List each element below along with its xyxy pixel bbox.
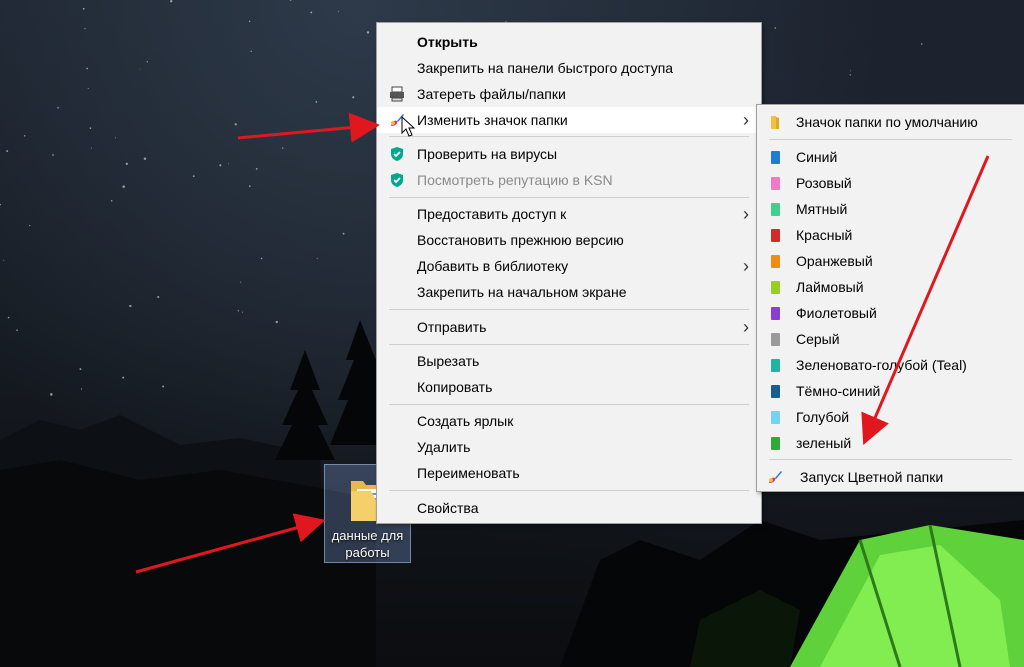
color-folder-icon <box>771 281 780 294</box>
menu-separator <box>389 404 749 405</box>
menu-item-label: Переименовать <box>417 465 520 481</box>
submenu-item-label: Оранжевый <box>796 253 873 269</box>
menu-item-shred-files[interactable]: Затереть файлы/папки <box>377 81 761 107</box>
color-folder-icon <box>771 411 780 424</box>
color-folder-icon <box>771 255 780 268</box>
menu-item-label: Восстановить прежнюю версию <box>417 232 624 248</box>
menu-separator <box>389 490 749 491</box>
submenu-item-default-icon[interactable]: Значок папки по умолчанию <box>757 109 1024 135</box>
menu-item-label: Вырезать <box>417 353 480 369</box>
submenu-item-label: Серый <box>796 331 840 347</box>
chevron-right-icon: › <box>743 204 749 224</box>
folder-color-submenu: Значок папки по умолчанию Синий Розовый Мя… <box>756 104 1024 492</box>
mouse-cursor-icon <box>401 116 416 137</box>
menu-separator <box>389 309 749 310</box>
submenu-item-label: Запуск Цветной папки <box>800 469 944 485</box>
submenu-item-label: Розовый <box>796 175 852 191</box>
submenu-item-label: Голубой <box>796 409 850 425</box>
menu-item-label: Предоставить доступ к <box>417 206 567 222</box>
submenu-item-color[interactable]: Зеленовато-голубой (Teal) <box>757 352 1024 378</box>
menu-separator <box>769 459 1012 460</box>
submenu-item-label: Лаймовый <box>796 279 864 295</box>
color-folder-icon <box>771 203 780 216</box>
submenu-item-label: Зеленовато-голубой (Teal) <box>796 357 967 373</box>
submenu-item-label: Синий <box>796 149 838 165</box>
submenu-item-color[interactable]: Красный <box>757 222 1024 248</box>
menu-item-label: Добавить в библиотеку <box>417 258 569 274</box>
color-folder-icon <box>771 307 780 320</box>
color-folder-icon <box>771 385 780 398</box>
printer-shredder-icon <box>390 86 404 102</box>
submenu-item-label: зеленый <box>796 435 852 451</box>
color-folder-icon <box>771 359 780 372</box>
submenu-item-color[interactable]: Оранжевый <box>757 248 1024 274</box>
menu-item-label: Копировать <box>417 379 493 395</box>
menu-item-label: Создать ярлык <box>417 413 514 429</box>
menu-item-label: Затереть файлы/папки <box>417 86 566 102</box>
submenu-item-label: Тёмно-синий <box>796 383 881 399</box>
menu-item-copy[interactable]: Копировать <box>377 374 761 400</box>
menu-item-label: Закрепить на начальном экране <box>417 284 627 300</box>
submenu-item-color[interactable]: зеленый <box>757 430 1024 456</box>
menu-item-add-to-library[interactable]: Добавить в библиотеку › <box>377 253 761 279</box>
menu-item-change-folder-icon[interactable]: Изменить значок папки › <box>377 107 761 133</box>
menu-item-open[interactable]: Открыть <box>377 29 761 55</box>
menu-item-rename[interactable]: Переименовать <box>377 460 761 486</box>
chevron-right-icon: › <box>743 317 749 337</box>
menu-item-pin-to-start[interactable]: Закрепить на начальном экране <box>377 279 761 305</box>
submenu-item-label: Фиолетовый <box>796 305 877 321</box>
menu-item-label: Посмотреть репутацию в KSN <box>417 172 613 188</box>
menu-item-scan-viruses[interactable]: Проверить на вирусы <box>377 141 761 167</box>
color-folder-icon <box>771 229 780 242</box>
menu-item-cut[interactable]: Вырезать <box>377 348 761 374</box>
menu-item-properties[interactable]: Свойства <box>377 495 761 521</box>
submenu-item-color[interactable]: Серый <box>757 326 1024 352</box>
submenu-item-color[interactable]: Фиолетовый <box>757 300 1024 326</box>
desktop-folder-label: данные для работы <box>331 528 404 560</box>
submenu-item-color[interactable]: Синий <box>757 144 1024 170</box>
menu-separator <box>769 139 1012 140</box>
menu-item-delete[interactable]: Удалить <box>377 434 761 460</box>
submenu-item-color[interactable]: Мятный <box>757 196 1024 222</box>
paintbrush-icon <box>769 471 782 483</box>
chevron-right-icon: › <box>743 256 749 276</box>
submenu-item-launch-color-folder[interactable]: Запуск Цветной папки <box>757 464 1024 490</box>
menu-item-pin-quick-access[interactable]: Закрепить на панели быстрого доступа <box>377 55 761 81</box>
red-arrow-to-folder <box>135 513 326 574</box>
menu-item-label: Изменить значок папки <box>417 112 568 128</box>
menu-item-label: Открыть <box>417 34 478 50</box>
submenu-item-color[interactable]: Лаймовый <box>757 274 1024 300</box>
color-folder-icon <box>771 151 780 164</box>
menu-item-send-to[interactable]: Отправить › <box>377 314 761 340</box>
menu-item-restore-previous[interactable]: Восстановить прежнюю версию <box>377 227 761 253</box>
red-arrow-to-menu-item <box>237 112 380 143</box>
color-folder-icon <box>771 333 780 346</box>
menu-item-ksn-reputation[interactable]: Посмотреть репутацию в KSN <box>377 167 761 193</box>
menu-item-label: Закрепить на панели быстрого доступа <box>417 60 674 76</box>
menu-item-label: Проверить на вирусы <box>417 146 558 162</box>
menu-item-give-access[interactable]: Предоставить доступ к › <box>377 201 761 227</box>
menu-item-label: Удалить <box>417 439 471 455</box>
context-menu: Открыть Закрепить на панели быстрого дос… <box>376 22 762 524</box>
folder-icon <box>771 116 779 129</box>
color-folder-icon <box>771 437 780 450</box>
menu-separator <box>389 197 749 198</box>
submenu-item-label: Значок папки по умолчанию <box>796 114 978 130</box>
submenu-item-color[interactable]: Тёмно-синий <box>757 378 1024 404</box>
menu-separator <box>389 136 749 137</box>
submenu-item-label: Красный <box>796 227 853 243</box>
menu-item-label: Отправить <box>417 319 487 335</box>
menu-item-label: Свойства <box>417 500 479 516</box>
kaspersky-shield-icon <box>391 173 403 187</box>
color-folder-icon <box>771 177 780 190</box>
chevron-right-icon: › <box>743 110 749 130</box>
submenu-item-color[interactable]: Розовый <box>757 170 1024 196</box>
menu-separator <box>389 344 749 345</box>
submenu-item-label: Мятный <box>796 201 848 217</box>
kaspersky-shield-icon <box>391 147 403 161</box>
menu-item-create-shortcut[interactable]: Создать ярлык <box>377 408 761 434</box>
submenu-item-color[interactable]: Голубой <box>757 404 1024 430</box>
